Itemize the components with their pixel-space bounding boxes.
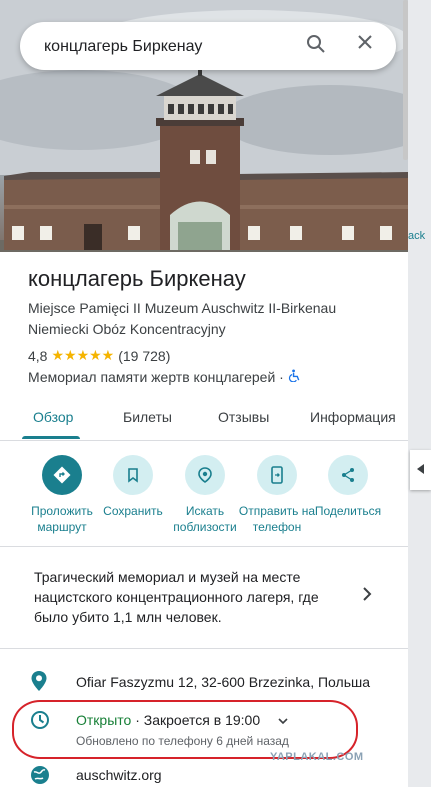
place-photo[interactable] [0, 0, 408, 252]
save-label: Сохранить [103, 504, 163, 518]
place-description[interactable]: Трагический мемориал и музей на месте на… [34, 567, 354, 627]
search-box[interactable] [20, 22, 396, 70]
share-icon [328, 455, 368, 495]
address-text: Ofiar Faszyzmu 12, 32-600 Brzezinka, Пол… [76, 674, 371, 690]
directions-label: Проложить маршрут [31, 504, 93, 534]
divider [0, 648, 408, 649]
tab-bar: Обзор Билеты Отзывы Информация [0, 395, 408, 441]
nearby-button[interactable]: Искать поблизости [165, 455, 245, 535]
globe-icon [30, 765, 50, 787]
location-pin-icon [30, 670, 48, 697]
caret-left-icon [416, 461, 425, 479]
share-label: Поделиться [314, 504, 382, 518]
website-link[interactable]: auschwitz.org [76, 767, 162, 783]
category-row: Мемориал памяти жертв концлагерей · [28, 369, 301, 385]
wheelchair-icon [288, 369, 301, 385]
divider [0, 546, 408, 547]
search-icon[interactable] [306, 34, 330, 58]
search-input[interactable] [42, 34, 296, 60]
send-to-phone-icon [257, 455, 297, 495]
directions-icon [42, 455, 82, 495]
review-count[interactable]: (19 728) [118, 348, 170, 364]
nearby-icon [185, 455, 225, 495]
save-button[interactable]: Сохранить [93, 455, 173, 519]
place-title: концлагерь Биркенау [28, 266, 246, 291]
place-panel: концлагерь Биркенау Miejsce Pamięci II M… [0, 0, 408, 787]
collapse-panel-button[interactable] [410, 450, 431, 490]
place-category: Мемориал памяти жертв концлагерей · [28, 369, 284, 385]
active-tab-indicator [22, 436, 80, 439]
tab-overview[interactable]: Обзор [33, 409, 73, 425]
map-area[interactable]: ack [408, 0, 431, 787]
place-subtitle: Miejsce Pamięci II Muzeum Auschwitz II-B… [28, 300, 337, 337]
rating-value: 4,8 [28, 347, 48, 364]
star-rating: ★★★★★ [51, 347, 115, 363]
nearby-label: Искать поблизости [173, 504, 237, 534]
tab-reviews[interactable]: Отзывы [218, 409, 269, 425]
close-icon[interactable] [357, 34, 381, 58]
chevron-right-icon[interactable] [362, 586, 372, 607]
bookmark-icon [113, 455, 153, 495]
tab-tickets[interactable]: Билеты [123, 409, 172, 425]
rating-row[interactable]: 4,8 ★★★★★ (19 728) [28, 347, 170, 364]
directions-button[interactable]: Проложить маршрут [22, 455, 102, 535]
send-to-phone-label: Отправить на телефон [238, 504, 316, 534]
send-to-phone-button[interactable]: Отправить на телефон [237, 455, 317, 535]
tab-info[interactable]: Информация [310, 409, 396, 425]
watermark: YAPLAKAL.COM [270, 751, 364, 763]
map-label: ack [408, 230, 426, 242]
action-buttons: Проложить маршрут Сохранить Искать побли… [0, 455, 408, 535]
share-button[interactable]: Поделиться [308, 455, 388, 519]
